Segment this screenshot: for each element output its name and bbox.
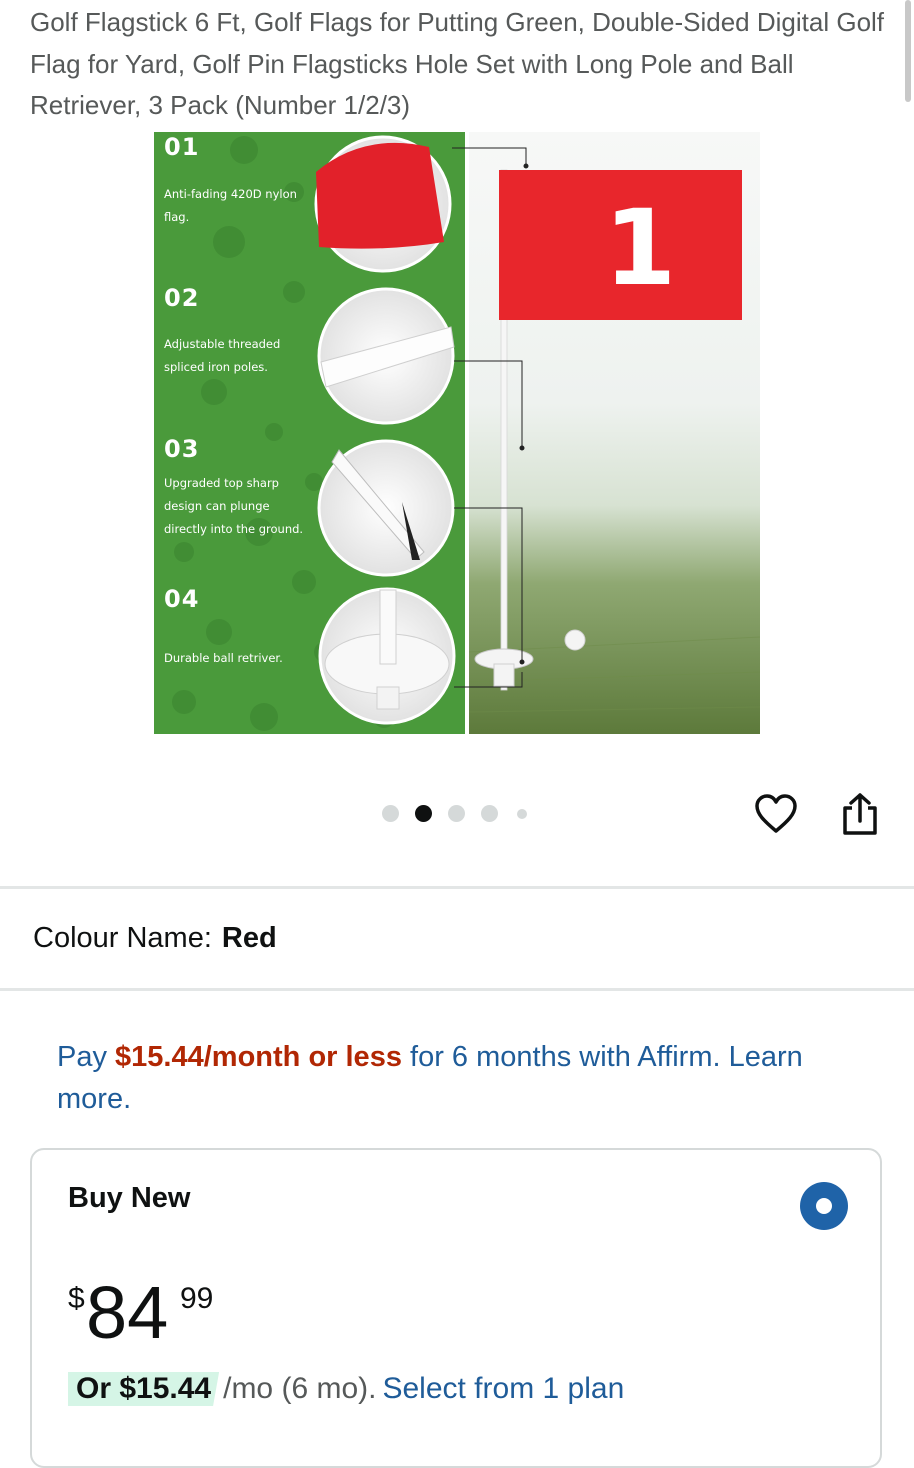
carousel-dot-1[interactable] bbox=[382, 805, 399, 822]
buy-new-radio[interactable] bbox=[800, 1182, 848, 1230]
feature-text-1: Anti-fading 420D nylon flag. bbox=[164, 187, 297, 224]
radio-selected-dot bbox=[816, 1198, 832, 1214]
colour-name-label: Colour Name: bbox=[33, 922, 212, 954]
page-scrollbar[interactable] bbox=[905, 0, 911, 102]
feature-text-2: Adjustable threaded spliced iron poles. bbox=[164, 337, 281, 374]
carousel-dot-2[interactable] bbox=[415, 805, 432, 822]
feature-number-3: 03 bbox=[164, 435, 200, 463]
price-symbol: $ bbox=[68, 1282, 85, 1315]
price-whole: 84 bbox=[86, 1271, 169, 1354]
feature-number-1: 01 bbox=[164, 133, 200, 161]
buy-new-title: Buy New bbox=[68, 1182, 191, 1214]
feature-text-4: Durable ball retriver. bbox=[164, 651, 283, 665]
carousel-dot-3[interactable] bbox=[448, 805, 465, 822]
affirm-amount: $15.44/month or less bbox=[115, 1041, 402, 1073]
heart-icon[interactable] bbox=[754, 792, 798, 836]
affirm-suffix: for 6 months with Affirm. bbox=[410, 1041, 721, 1073]
monthly-highlight: Or $15.44 bbox=[68, 1372, 220, 1406]
flag-number: 1 bbox=[604, 187, 676, 309]
section-divider bbox=[0, 988, 914, 991]
share-icon[interactable] bbox=[840, 792, 880, 836]
feature-text-3: Upgraded top sharp design can plunge dir… bbox=[164, 476, 304, 536]
feature-number-4: 04 bbox=[164, 585, 200, 613]
affirm-prefix: Pay bbox=[57, 1041, 107, 1073]
monthly-payment: Or $15.44/mo (6 mo). Select from 1 plan bbox=[68, 1372, 624, 1406]
feature-number-2: 02 bbox=[164, 284, 200, 312]
buy-new-option[interactable]: Buy New $ 84 99 Or $15.44/mo (6 mo). Sele… bbox=[30, 1148, 882, 1468]
price-fraction: 99 bbox=[180, 1282, 214, 1315]
carousel-dot-4[interactable] bbox=[481, 805, 498, 822]
select-plan-link[interactable]: Select from 1 plan bbox=[382, 1372, 624, 1405]
carousel-dot-5[interactable] bbox=[517, 809, 527, 819]
section-divider bbox=[0, 886, 914, 889]
product-title: Golf Flagstick 6 Ft, Golf Flags for Putt… bbox=[30, 7, 885, 120]
monthly-terms: /mo (6 mo). bbox=[223, 1372, 377, 1405]
colour-name-row: Colour Name: Red bbox=[33, 922, 277, 955]
colour-name-value: Red bbox=[221, 922, 277, 954]
affirm-promo[interactable]: Pay $15.44/month or less for 6 months wi… bbox=[57, 1036, 877, 1120]
product-image[interactable]: 1 01 Anti-fading 420D nylon flag. 02 Adj… bbox=[154, 132, 761, 734]
